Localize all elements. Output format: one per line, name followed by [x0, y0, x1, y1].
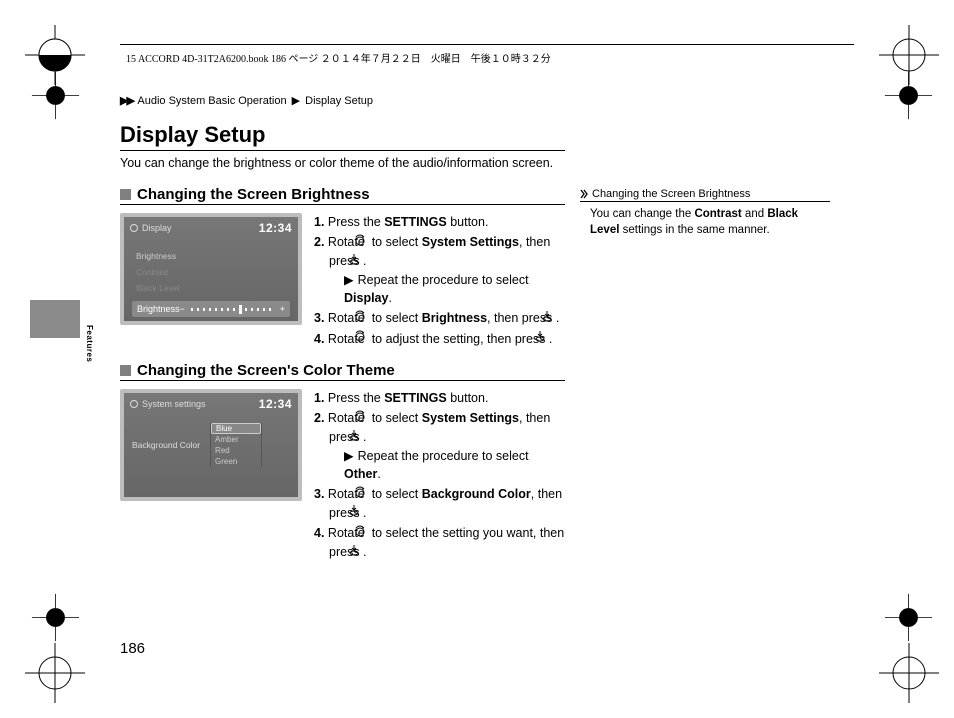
registration-mark — [20, 638, 90, 708]
step: 2. Rotate to select System Settings, the… — [314, 409, 565, 483]
slider-track — [191, 308, 274, 311]
substep: ▶Repeat the procedure to select Other. — [329, 447, 565, 483]
screenshot-title: Display — [142, 223, 172, 233]
step: 2. Rotate to select System Settings, the… — [314, 233, 565, 307]
step: 3. Rotate to select Background Color, th… — [314, 485, 565, 523]
step: 1. Press the SETTINGS button. — [314, 213, 565, 231]
bullet-icon — [130, 400, 138, 408]
subsection-heading-text: Changing the Screen's Color Theme — [137, 362, 395, 379]
subsection-rule — [120, 204, 565, 205]
display-screenshot: Display 12:34 Brightness Contrast Black … — [120, 213, 302, 325]
screenshot-title: System settings — [142, 399, 206, 409]
screenshot-highlight-row: Brightness − + — [132, 301, 290, 317]
step: 3. Rotate to select Brightness, then pre… — [314, 309, 565, 328]
registration-mark — [28, 68, 83, 123]
page-title: Display Setup — [120, 122, 265, 148]
substep: ▶Repeat the procedure to select Display. — [329, 271, 565, 307]
sidebar-note: Changing the Screen Brightness You can c… — [580, 188, 830, 238]
instruction-steps: 1. Press the SETTINGS button. 2. Rotate … — [314, 389, 565, 564]
option: Green — [211, 456, 261, 467]
section-brightness: Changing the Screen Brightness Display 1… — [120, 186, 565, 350]
instruction-steps: 1. Press the SETTINGS button. 2. Rotate … — [314, 213, 565, 350]
screenshot-row: Black Level — [132, 281, 290, 295]
header-text: 15 ACCORD 4D-31T2A6200.book 186 ページ ２０１４… — [126, 50, 551, 65]
section-color-theme: Changing the Screen's Color Theme System… — [120, 362, 565, 564]
option-selected: Blue — [211, 423, 261, 434]
triangle-icon: ▶ — [344, 449, 354, 463]
screenshot-time: 12:34 — [259, 221, 292, 235]
step: 1. Press the SETTINGS button. — [314, 389, 565, 407]
option: Amber — [211, 434, 261, 445]
double-chevron-icon — [580, 189, 590, 199]
section-tab — [30, 300, 80, 338]
slider-minus: − — [180, 304, 185, 314]
section-tab-label: Features — [85, 325, 94, 362]
screenshot-row: Contrast — [132, 265, 290, 279]
triangle-icon: ▶ — [344, 273, 354, 287]
screenshot-row: Brightness — [132, 249, 290, 263]
sidebar-heading: Changing the Screen Brightness — [580, 188, 830, 202]
screenshot-highlight-label: Brightness — [137, 304, 180, 314]
option-list: Blue Amber Red Green — [210, 423, 262, 467]
subsection-heading: Changing the Screen Brightness — [120, 186, 565, 203]
sidebar-body: You can change the Contrast and Black Le… — [580, 206, 830, 238]
breadcrumb-arrows-icon: ▶▶ — [120, 95, 133, 107]
square-bullet-icon — [120, 189, 131, 200]
sidebar-heading-text: Changing the Screen Brightness — [592, 188, 750, 200]
bullet-icon — [130, 224, 138, 232]
registration-mark — [881, 68, 936, 123]
breadcrumb-item: Display Setup — [305, 95, 373, 107]
intro-text: You can change the brightness or color t… — [120, 156, 553, 170]
subsection-heading: Changing the Screen's Color Theme — [120, 362, 565, 379]
registration-mark — [28, 590, 83, 645]
title-rule — [120, 150, 565, 151]
subsection-heading-text: Changing the Screen Brightness — [137, 186, 370, 203]
registration-mark — [881, 590, 936, 645]
system-settings-screenshot: System settings 12:34 Background Color B… — [120, 389, 302, 501]
breadcrumb-item: Audio System Basic Operation — [137, 95, 286, 107]
breadcrumb-arrow-icon: ▶ — [292, 95, 300, 107]
step: 4. Rotate to select the setting you want… — [314, 524, 565, 562]
page-number: 186 — [120, 640, 145, 657]
option: Red — [211, 445, 261, 456]
registration-mark — [874, 638, 944, 708]
breadcrumb: ▶▶ Audio System Basic Operation ▶ Displa… — [120, 94, 373, 107]
screenshot-row-label: Background Color — [132, 440, 200, 450]
step: 4. Rotate to adjust the setting, then pr… — [314, 330, 565, 349]
screenshot-row: Background Color Blue Amber Red Green — [132, 423, 290, 467]
subsection-rule — [120, 380, 565, 381]
screenshot-time: 12:34 — [259, 397, 292, 411]
square-bullet-icon — [120, 365, 131, 376]
header-rule — [120, 44, 854, 45]
slider-plus: + — [280, 304, 285, 314]
